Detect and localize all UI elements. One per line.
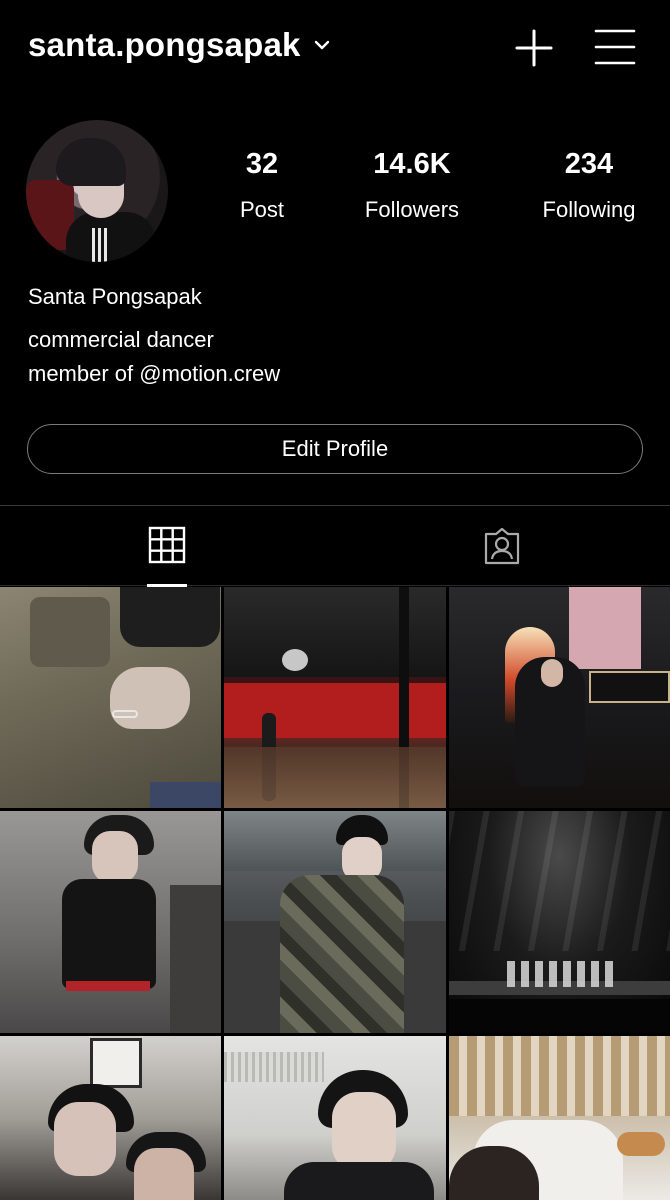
stat-posts-label: Post bbox=[239, 197, 285, 222]
ring-shape bbox=[112, 710, 138, 718]
tagged-person-icon[interactable] bbox=[482, 526, 522, 566]
avatar-body bbox=[66, 212, 156, 262]
chevron-down-icon bbox=[314, 40, 329, 50]
face-shape bbox=[92, 831, 138, 883]
post-thumbnail[interactable] bbox=[449, 1036, 670, 1200]
face-shape bbox=[541, 659, 563, 687]
post-thumbnail[interactable] bbox=[224, 811, 446, 1033]
avatar-jacket-stripes bbox=[92, 228, 110, 262]
username-switcher[interactable]: santa.pongsapak bbox=[28, 26, 331, 64]
audience-shape bbox=[449, 999, 670, 1033]
stat-following-value: 234 bbox=[564, 148, 614, 180]
profile-tabs bbox=[0, 505, 670, 587]
face-shape bbox=[332, 1092, 396, 1172]
top-bar: santa.pongsapak bbox=[0, 0, 670, 95]
hand-shape bbox=[110, 667, 190, 729]
red-wall-shape bbox=[224, 683, 446, 738]
amp-shape bbox=[589, 671, 670, 703]
avatar[interactable] bbox=[26, 120, 168, 262]
stat-following[interactable]: 234 Following bbox=[530, 150, 648, 223]
stat-posts[interactable]: 32 Post bbox=[222, 150, 302, 223]
floor-shape bbox=[224, 747, 446, 808]
stat-posts-value: 32 bbox=[245, 148, 279, 180]
posts-grid bbox=[0, 587, 670, 1200]
edit-profile-button[interactable]: Edit Profile bbox=[27, 424, 643, 474]
post-thumbnail[interactable] bbox=[224, 1036, 446, 1200]
grid-icon[interactable] bbox=[148, 526, 186, 564]
post-thumbnail[interactable] bbox=[449, 811, 670, 1033]
jacket-collar-shape bbox=[30, 597, 110, 667]
post-thumbnail[interactable] bbox=[449, 587, 670, 808]
plus-icon[interactable] bbox=[514, 28, 554, 68]
username: santa.pongsapak bbox=[28, 26, 301, 63]
stat-following-label: Following bbox=[542, 197, 636, 222]
hoodie-shape bbox=[284, 1162, 434, 1200]
belt-shape bbox=[66, 981, 150, 991]
post-thumbnail[interactable] bbox=[0, 811, 221, 1033]
vent-shape bbox=[224, 1052, 324, 1082]
display-name: Santa Pongsapak bbox=[28, 284, 202, 309]
ceiling-shape bbox=[224, 587, 446, 677]
camo-jacket-shape bbox=[280, 875, 404, 1033]
stat-followers-value: 14.6K bbox=[373, 148, 451, 180]
poster-shape bbox=[569, 587, 641, 669]
spotlights-shape bbox=[449, 811, 670, 951]
menu-icon[interactable] bbox=[594, 28, 636, 66]
bio-line: commercial dancer bbox=[28, 327, 214, 352]
door-shape bbox=[170, 885, 221, 1033]
plush-shape bbox=[617, 1132, 665, 1156]
sleeve-shape bbox=[120, 587, 220, 647]
dancers-shape bbox=[507, 961, 617, 987]
trees-shape bbox=[224, 811, 446, 871]
post-thumbnail[interactable] bbox=[0, 1036, 221, 1200]
stat-followers[interactable]: 14.6K Followers bbox=[350, 150, 474, 223]
post-thumbnail[interactable] bbox=[0, 587, 221, 808]
face-right-shape bbox=[134, 1148, 194, 1200]
bio-line-mention[interactable]: member of @motion.crew bbox=[28, 361, 280, 387]
blinds-shape bbox=[449, 1036, 670, 1116]
post-thumbnail[interactable] bbox=[224, 587, 446, 808]
chandelier-shape bbox=[282, 649, 308, 671]
frame-shape bbox=[90, 1038, 142, 1088]
avatar-hair bbox=[56, 138, 126, 186]
stat-followers-label: Followers bbox=[364, 197, 460, 222]
tanktop-shape bbox=[62, 879, 156, 989]
jeans-shape bbox=[150, 782, 221, 808]
face-left-shape bbox=[54, 1102, 116, 1176]
